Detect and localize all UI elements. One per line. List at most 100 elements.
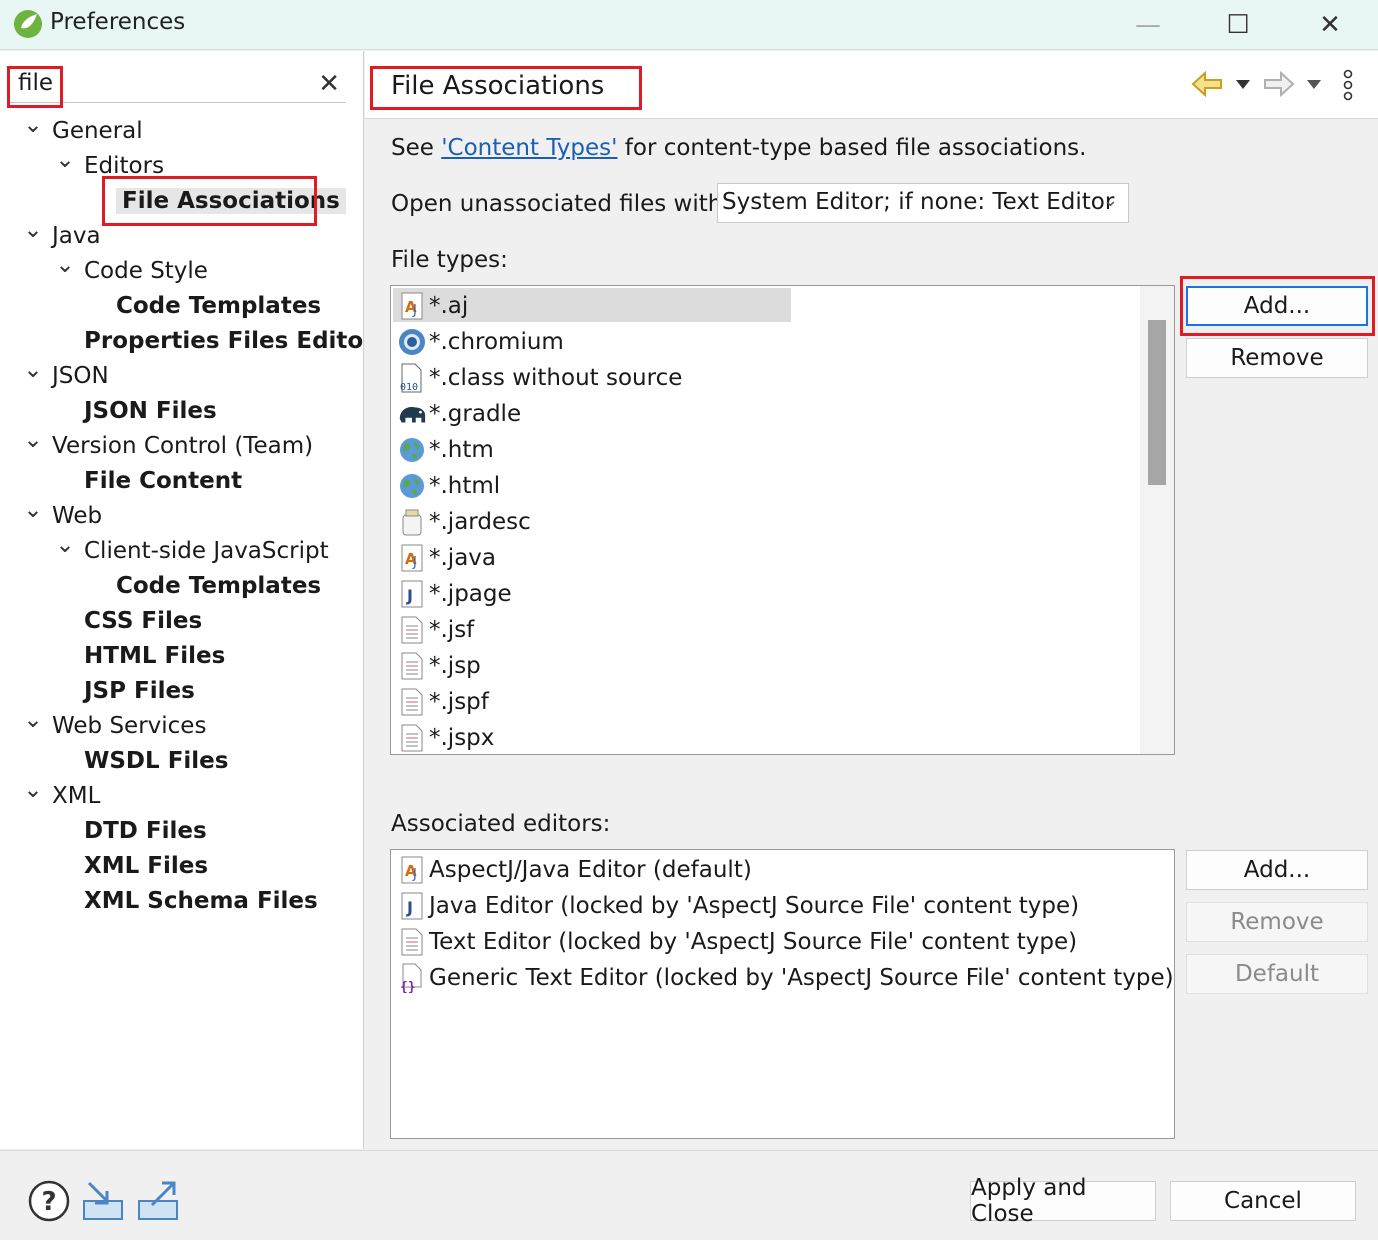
filter-value: file [18, 70, 54, 96]
forward-dropdown-icon[interactable] [1306, 79, 1322, 91]
tree-item[interactable]: JSP Files [54, 674, 195, 709]
add-file-type-button[interactable]: Add... [1186, 286, 1368, 326]
more-menu-icon[interactable] [1341, 69, 1355, 101]
close-button[interactable]: ✕ [1285, 0, 1375, 50]
chevron-down-icon: ⌄ [1102, 190, 1118, 211]
open-unassociated-select[interactable]: System Editor; if none: Text Editor ⌄ [717, 183, 1129, 223]
tree-item-label: Version Control (Team) [52, 433, 314, 459]
filter-input[interactable]: file ✕ [8, 67, 346, 103]
chevron-down-icon[interactable]: ⌄ [22, 773, 44, 808]
file-type-row[interactable]: J *.jpage [397, 576, 512, 612]
editor-row[interactable]: {} Generic Text Editor (locked by 'Aspect… [397, 960, 1174, 996]
scrollbar[interactable] [1140, 286, 1174, 754]
tree-item-label: JSON Files [84, 398, 217, 424]
tree-item-label: Web [52, 503, 103, 529]
tree-item-label: Properties Files Editor [84, 328, 375, 354]
chevron-down-icon[interactable]: ⌄ [22, 108, 44, 143]
maximize-button[interactable]: ☐ [1193, 0, 1283, 50]
file-type-row-label: *.chromium [429, 329, 564, 355]
tree-item[interactable]: DTD Files [54, 814, 207, 849]
file-type-row-label: *.html [429, 473, 501, 499]
tree-item-label: XML Files [84, 853, 209, 879]
file-type-row[interactable]: *.chromium [397, 324, 564, 360]
help-icon[interactable]: ? [27, 1179, 71, 1223]
remove-file-type-button[interactable]: Remove [1186, 338, 1368, 378]
associated-editors-list[interactable]: A J AspectJ/Java Editor (default) J Java Edi… [390, 849, 1175, 1139]
file-type-row[interactable]: *.jspf [397, 684, 489, 720]
tree-item[interactable]: ⌄ JSON [22, 357, 109, 394]
content-types-link[interactable]: 'Content Types' [441, 135, 617, 161]
tree-item[interactable]: XML Schema Files [54, 884, 318, 919]
chevron-down-icon[interactable]: ⌄ [22, 703, 44, 738]
file-type-row[interactable]: A J *.aj [397, 288, 468, 324]
minimize-button[interactable]: — [1103, 0, 1193, 50]
file-type-row[interactable]: *.html [397, 468, 500, 504]
editor-row[interactable]: A J AspectJ/Java Editor (default) [397, 852, 752, 888]
file-type-row[interactable]: 010 *.class without source [397, 360, 682, 396]
tree-item[interactable]: JSON Files [54, 394, 217, 429]
preference-tree-pane: file ✕ ⌄ General ⌄ Editors File Associations… [0, 51, 375, 1149]
file-type-row[interactable]: *.jspx [397, 720, 494, 754]
file-type-row[interactable]: *.jsp [397, 648, 481, 684]
cancel-button[interactable]: Cancel [1170, 1181, 1356, 1221]
chevron-down-icon[interactable]: ⌄ [22, 493, 44, 528]
file-type-row[interactable]: *.gradle [397, 396, 521, 432]
desc-prefix: See [391, 135, 442, 161]
forward-arrow-icon[interactable] [1263, 71, 1295, 97]
file-type-row-label: *.jsp [429, 653, 481, 679]
svg-text:J: J [406, 586, 413, 605]
default-editor-button[interactable]: Default [1186, 954, 1368, 994]
aspectj-icon: AJ [397, 291, 427, 321]
remove-editor-button[interactable]: Remove [1186, 902, 1368, 942]
file-type-row[interactable]: A J *.java [397, 540, 496, 576]
svg-text:J: J [412, 555, 417, 570]
tree-item[interactable]: Properties Files Editor [54, 324, 375, 359]
tree-item[interactable]: ⌄ Version Control (Team) [22, 427, 314, 464]
tree-item[interactable]: ⌄ General [22, 112, 142, 149]
title-bar: Preferences — ☐ ✕ [0, 0, 1378, 50]
open-unassociated-label: Open unassociated files with: [391, 191, 731, 217]
tree-item-label: JSON [52, 363, 109, 389]
file-type-row[interactable]: *.jsf [397, 612, 474, 648]
editor-row[interactable]: J Java Editor (locked by 'AspectJ Source … [397, 888, 1079, 924]
editor-row-label: Generic Text Editor (locked by 'AspectJ … [429, 965, 1174, 991]
add-editor-button[interactable]: Add... [1186, 850, 1368, 890]
text-file-icon [397, 651, 427, 681]
tree-item[interactable]: ⌄ Editors [54, 147, 165, 184]
export-icon[interactable] [136, 1179, 180, 1223]
tree-item-label: Editors [84, 153, 165, 179]
aspectj-icon: AJ [397, 855, 427, 885]
tree-item[interactable]: File Content [54, 464, 242, 499]
back-dropdown-icon[interactable] [1235, 79, 1251, 91]
file-type-row-label: *.gradle [429, 401, 522, 427]
tree-item[interactable]: XML Files [54, 849, 208, 884]
file-type-row[interactable]: *.jardesc [397, 504, 531, 540]
tree-item[interactable]: CSS Files [54, 604, 202, 639]
chevron-down-icon[interactable]: ⌄ [22, 353, 44, 388]
tree-item[interactable]: HTML Files [54, 639, 225, 674]
file-types-list[interactable]: A J *.aj *.chromium 010 *.class without sourc… [390, 285, 1175, 755]
chevron-down-icon[interactable]: ⌄ [22, 213, 44, 248]
import-icon[interactable] [81, 1179, 125, 1223]
editor-row[interactable]: Text Editor (locked by 'AspectJ Source F… [397, 924, 1077, 960]
tree-item[interactable]: Code Templates [86, 569, 321, 604]
tree-item[interactable]: WSDL Files [54, 744, 228, 779]
tree-item[interactable]: ⌄ Client-side JavaScript [54, 532, 328, 569]
file-type-row[interactable]: *.htm [397, 432, 494, 468]
clear-filter-icon[interactable]: ✕ [318, 69, 340, 99]
tree-item[interactable]: ⌄ XML [22, 777, 100, 814]
tree-item[interactable]: ⌄ Web Services [22, 707, 206, 744]
tree-item-label: XML Schema Files [84, 888, 318, 914]
tree-item[interactable]: Code Templates [86, 289, 321, 324]
back-arrow-icon[interactable] [1191, 71, 1223, 97]
tree-item[interactable]: File Associations [86, 184, 346, 219]
chevron-down-icon[interactable]: ⌄ [54, 248, 76, 283]
tree-item[interactable]: ⌄ Code Style [54, 252, 208, 289]
class-file-icon: 010 [397, 363, 427, 393]
svg-text:J: J [412, 867, 417, 882]
chevron-down-icon[interactable]: ⌄ [22, 423, 44, 458]
chevron-down-icon[interactable]: ⌄ [54, 143, 76, 178]
apply-and-close-button[interactable]: Apply and Close [970, 1175, 1156, 1227]
chevron-down-icon[interactable]: ⌄ [54, 528, 76, 563]
scrollbar-thumb[interactable] [1148, 320, 1166, 485]
